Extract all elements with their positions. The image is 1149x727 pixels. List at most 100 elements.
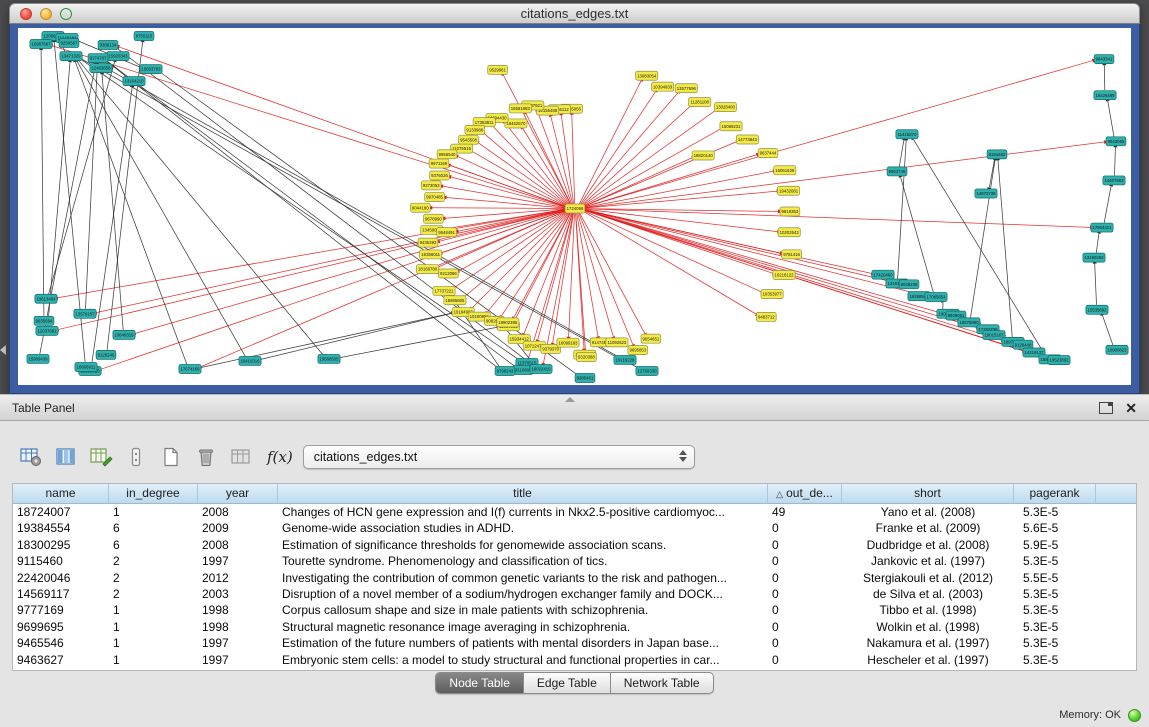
column-header-label: out_de...	[786, 486, 833, 500]
graph-edge	[1095, 264, 1097, 305]
slim-column-icon[interactable]	[121, 443, 151, 471]
cell-short: Yano et al. (2008)	[842, 504, 1014, 520]
memory-indicator-icon[interactable]	[1128, 709, 1141, 722]
table-selector-combobox[interactable]: citations_edges.txt	[303, 445, 695, 469]
graph-node-label: 19015167	[984, 333, 1004, 338]
graph-node-label: 9548491	[438, 230, 455, 235]
window-titlebar[interactable]: citations_edges.txt	[9, 3, 1140, 24]
tab-node-table[interactable]: Node Table	[436, 673, 524, 693]
node-table: name in_degreeyeartitle△out_de...shortpag…	[12, 483, 1137, 671]
graph-node-label: 19613404	[36, 296, 56, 301]
graph-node-label: 19523862	[1049, 358, 1069, 363]
function-builder-button[interactable]: f(x)	[267, 448, 293, 466]
table-row[interactable]: 1830029562008Estimation of significance …	[13, 537, 1136, 553]
show-columns-icon[interactable]	[51, 443, 81, 471]
minimize-button[interactable]	[40, 8, 52, 20]
table-row[interactable]: 911546021997Tourette syndrome. Phenomeno…	[13, 553, 1136, 569]
graph-node-label: 17353811	[475, 120, 494, 125]
graph-node-label: 19432081	[779, 188, 799, 193]
graph-edge	[580, 213, 645, 334]
graph-edge	[572, 115, 575, 204]
column-header-in_degree[interactable]: in_degree	[109, 484, 198, 503]
collapse-panel-icon[interactable]	[0, 345, 6, 355]
float-panel-icon[interactable]	[1099, 402, 1113, 414]
graph-node-label: 14219137	[1024, 350, 1044, 355]
zoom-button[interactable]	[60, 8, 72, 20]
split-pane-handle-icon[interactable]	[565, 397, 575, 402]
table-options-icon[interactable]	[16, 443, 46, 471]
graph-node-label: 9273053	[423, 183, 440, 188]
cell-short: Hescheler et al. (1997)	[842, 652, 1014, 668]
graph-node-label: 9791416	[783, 252, 800, 257]
graph-node-label: 17085654	[926, 295, 946, 300]
column-header-short[interactable]: short	[842, 484, 1014, 503]
graph-edge	[584, 210, 925, 296]
column-header-title[interactable]: title	[278, 484, 768, 503]
graph-edge	[1115, 147, 1116, 175]
cell-in_degree: 1	[109, 619, 198, 635]
tab-edge-table[interactable]: Edge Table	[524, 673, 611, 693]
table-panel-header[interactable]: Table Panel ✕	[0, 394, 1149, 421]
tab-network-table[interactable]: Network Table	[611, 673, 713, 693]
cell-title: Investigating the contribution of common…	[278, 570, 768, 586]
cell-short: Dudbridge et al. (2008)	[842, 537, 1014, 553]
close-panel-icon[interactable]: ✕	[1125, 401, 1137, 415]
table-row[interactable]: 969969511998Structural magnetic resonanc…	[13, 619, 1136, 635]
close-button[interactable]	[20, 8, 32, 20]
row-filler	[1096, 520, 1136, 536]
cell-title: Tourette syndrome. Phenomenology and cla…	[278, 553, 768, 569]
cell-pagerank: 5.3E-5	[1014, 586, 1096, 602]
graph-node-label: 10649319	[114, 332, 134, 337]
cell-short: Wolkin et al. (1998)	[842, 619, 1014, 635]
table-row[interactable]: 1872400712008Changes of HCN gene express…	[13, 504, 1136, 520]
table-row[interactable]: 946362711997Embryonic stem cells: a mode…	[13, 652, 1136, 668]
cell-pagerank: 5.3E-5	[1014, 602, 1096, 618]
graph-edge	[584, 210, 898, 283]
table-row[interactable]: 1938455462009Genome-wide association stu…	[13, 520, 1136, 536]
table-row[interactable]: 2242004622012Investigating the contribut…	[13, 570, 1136, 586]
graph-node-label: 14773843	[738, 137, 758, 142]
network-canvas[interactable]: 1724066165850561846611215155488162079211…	[18, 28, 1131, 385]
edit-table-icon[interactable]	[86, 443, 116, 471]
cell-name: 9777169	[13, 602, 109, 618]
cell-title: Estimation of the future numbers of pati…	[278, 635, 768, 651]
column-header-pagerank[interactable]: pagerank	[1014, 484, 1096, 503]
graph-node-label: 13471329	[61, 54, 81, 59]
cell-year: 1998	[198, 602, 278, 618]
graph-edge	[583, 158, 692, 207]
graph-node-label: 12463656	[91, 66, 111, 71]
cell-in_degree: 1	[109, 504, 198, 520]
row-filler	[1096, 504, 1136, 520]
graph-node-label: 11415270	[898, 132, 917, 137]
column-header-year[interactable]: year	[198, 484, 278, 503]
graph-node-label: 10202642	[780, 230, 800, 235]
table-row[interactable]: 946554611997Estimation of the future num…	[13, 635, 1136, 651]
table-row[interactable]: 1456911722003Disruption of a novel membe…	[13, 586, 1136, 602]
import-table-icon[interactable]	[226, 443, 256, 471]
graph-node-label: 16356011	[421, 252, 440, 257]
graph-edge	[102, 74, 123, 330]
cell-title: Estimation of significance thresholds fo…	[278, 537, 768, 553]
graph-node-label: 9250567	[61, 41, 78, 46]
column-header-label: name	[45, 486, 75, 500]
column-header-out_degree[interactable]: △out_de...	[768, 484, 842, 503]
graph-node-label: 9943065	[1108, 139, 1125, 144]
graph-node-label: 9049208	[901, 282, 918, 287]
graph-node-label: 9213086	[440, 271, 457, 276]
table-row[interactable]: 977716911998Corpus callosum shape and si…	[13, 602, 1136, 618]
graph-node-label: 19568505	[319, 357, 339, 362]
delete-icon[interactable]	[191, 443, 221, 471]
graph-node-label: 9388134	[100, 43, 117, 48]
graph-node-label: 9379370	[542, 346, 559, 351]
graph-edge	[86, 64, 98, 309]
graph-node-label: 13190262	[1084, 255, 1104, 260]
new-file-icon[interactable]	[156, 443, 186, 471]
graph-edge	[584, 142, 1104, 208]
row-filler	[1096, 619, 1136, 635]
graph-node-label: 10353977	[763, 292, 783, 297]
cell-pagerank: 5.3E-5	[1014, 504, 1096, 520]
graph-node-label: 13083054	[637, 73, 657, 78]
graph-node-label: 9948091	[948, 313, 965, 318]
graph-edge	[523, 128, 570, 204]
column-header-name[interactable]: name	[13, 484, 109, 503]
